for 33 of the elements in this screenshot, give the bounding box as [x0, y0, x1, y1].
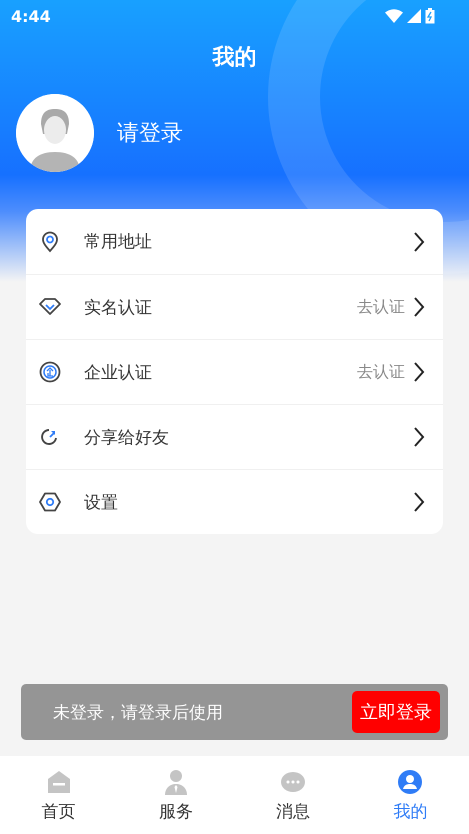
menu-hint: 去认证	[357, 362, 405, 382]
nav-tab[interactable]: 我的	[352, 756, 469, 834]
badge-icon	[38, 360, 62, 384]
menu-label: 设置	[84, 492, 119, 514]
hexagon-settings-icon	[38, 490, 62, 514]
menu-item[interactable]: 常用地址	[26, 209, 443, 274]
chevron-right-icon	[413, 426, 425, 448]
chevron-right-icon	[413, 361, 425, 383]
login-prompt[interactable]: 请登录	[117, 118, 183, 148]
wifi-icon	[385, 9, 403, 23]
menu-item[interactable]: 分享给好友	[26, 404, 443, 469]
page-title: 我的	[211, 44, 258, 72]
avatar-icon[interactable]	[16, 94, 94, 172]
menu-hint: 去认证	[357, 296, 405, 318]
menu-label: 实名认证	[84, 296, 153, 318]
chevron-right-icon	[413, 491, 425, 513]
login-button[interactable]: 立即登录	[352, 691, 440, 733]
menu-label: 分享给好友	[84, 426, 170, 448]
menu-label: 企业认证	[84, 362, 153, 384]
status-time: 4:44	[11, 6, 51, 26]
signal-icon	[407, 9, 421, 23]
chevron-right-icon	[413, 296, 425, 318]
menu-label: 常用地址	[84, 231, 153, 253]
nav-tab[interactable]: 首页	[0, 756, 118, 834]
profile-icon	[396, 768, 424, 796]
banner-message: 未登录，请登录后使用	[53, 702, 223, 724]
menu-item[interactable]: 设置	[26, 469, 443, 534]
battery-icon	[425, 8, 435, 24]
menu-item[interactable]: 企业认证 去认证	[26, 339, 443, 404]
chevron-right-icon	[413, 230, 425, 252]
menu-item[interactable]: 实名认证 去认证	[26, 274, 443, 339]
nav-tab[interactable]: 服务	[117, 756, 234, 834]
nav-tab[interactable]: 消息	[234, 756, 352, 834]
